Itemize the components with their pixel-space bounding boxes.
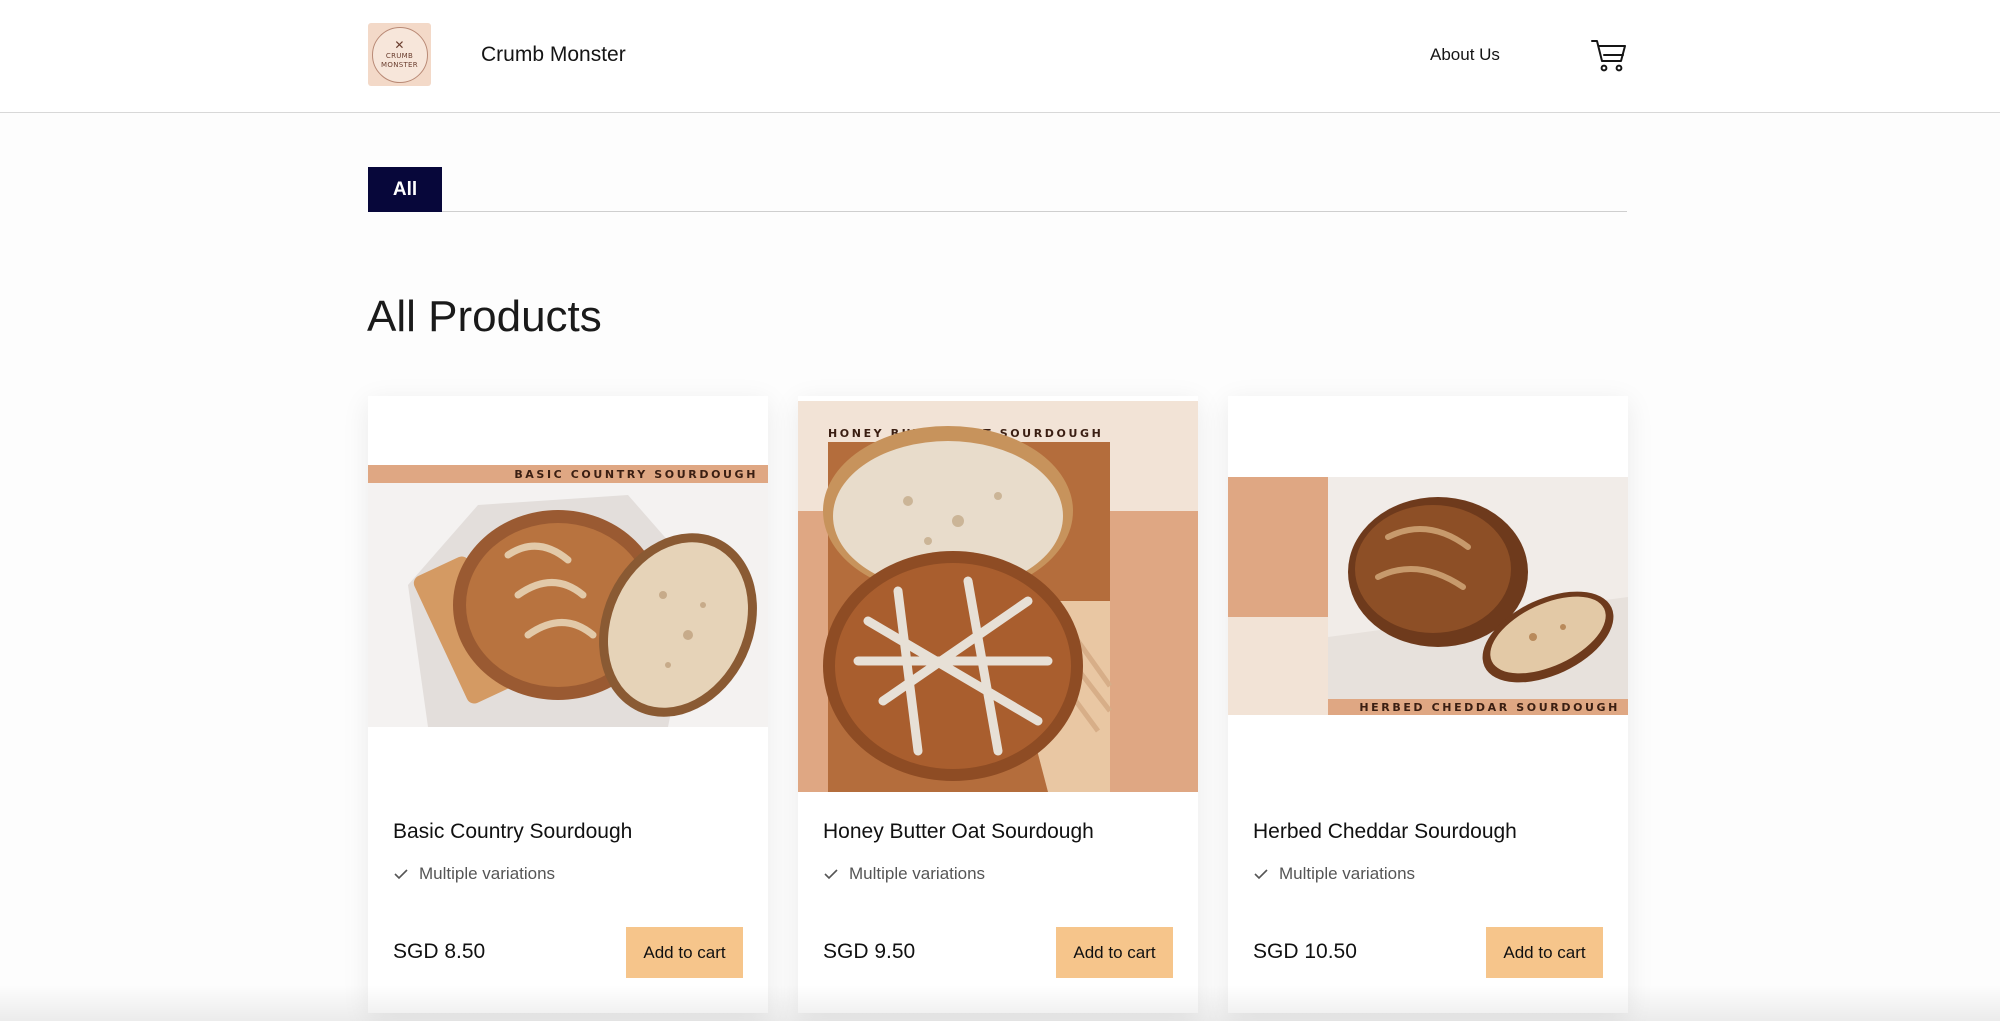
product-name[interactable]: Herbed Cheddar Sourdough	[1253, 820, 1517, 844]
variation-note: Multiple variations	[393, 864, 555, 884]
add-to-cart-button[interactable]: Add to cart	[626, 927, 743, 978]
product-card[interactable]: HERBED CHEDDAR SOURDOUGH Herbed Cheddar …	[1228, 396, 1628, 1013]
product-name[interactable]: Honey Butter Oat Sourdough	[823, 820, 1094, 844]
category-tabs: All	[368, 167, 1627, 212]
page-title: All Products	[367, 292, 602, 341]
variation-note: Multiple variations	[823, 864, 985, 884]
variation-text: Multiple variations	[849, 864, 986, 883]
add-to-cart-button[interactable]: Add to cart	[1486, 927, 1603, 978]
brand-name[interactable]: Crumb Monster	[481, 43, 626, 67]
crossed-rolling-pins-icon: ✕	[394, 38, 405, 52]
add-to-cart-button[interactable]: Add to cart	[1056, 927, 1173, 978]
nav-about-us-link[interactable]: About Us	[1430, 45, 1500, 65]
check-icon	[824, 869, 838, 880]
brand-logo[interactable]: ✕ CRUMB MONSTER	[368, 23, 431, 86]
variation-text: Multiple variations	[1279, 864, 1416, 883]
product-price: SGD 8.50	[393, 940, 486, 963]
variation-text: Multiple variations	[419, 864, 556, 883]
check-icon	[394, 869, 408, 880]
image-label: BASIC COUNTRY SOURDOUGH	[514, 468, 758, 481]
product-name[interactable]: Basic Country Sourdough	[393, 820, 632, 844]
cart-icon[interactable]	[1590, 36, 1628, 74]
product-card[interactable]: HONEY BUTTER OAT SOURDOUGH Honey Butter …	[798, 396, 1198, 1013]
product-price: SGD 10.50	[1253, 940, 1357, 963]
tab-all[interactable]: All	[368, 167, 442, 212]
logo-text-line-1: CRUMB	[385, 52, 414, 60]
image-label: HERBED CHEDDAR SOURDOUGH	[1359, 701, 1620, 714]
product-image[interactable]: HERBED CHEDDAR SOURDOUGH	[1228, 477, 1628, 715]
site-header: ✕ CRUMB MONSTER Crumb Monster About Us	[0, 0, 2000, 113]
product-image[interactable]: BASIC COUNTRY SOURDOUGH	[368, 465, 768, 727]
variation-note: Multiple variations	[1253, 864, 1415, 884]
logo-badge: ✕ CRUMB MONSTER	[371, 26, 428, 83]
product-price: SGD 9.50	[823, 940, 916, 963]
logo-text-line-2: MONSTER	[381, 61, 418, 69]
check-icon	[1254, 869, 1268, 880]
product-image[interactable]: HONEY BUTTER OAT SOURDOUGH	[798, 401, 1198, 792]
product-card[interactable]: BASIC COUNTRY SOURDOUGH Basic Country So…	[368, 396, 768, 1013]
